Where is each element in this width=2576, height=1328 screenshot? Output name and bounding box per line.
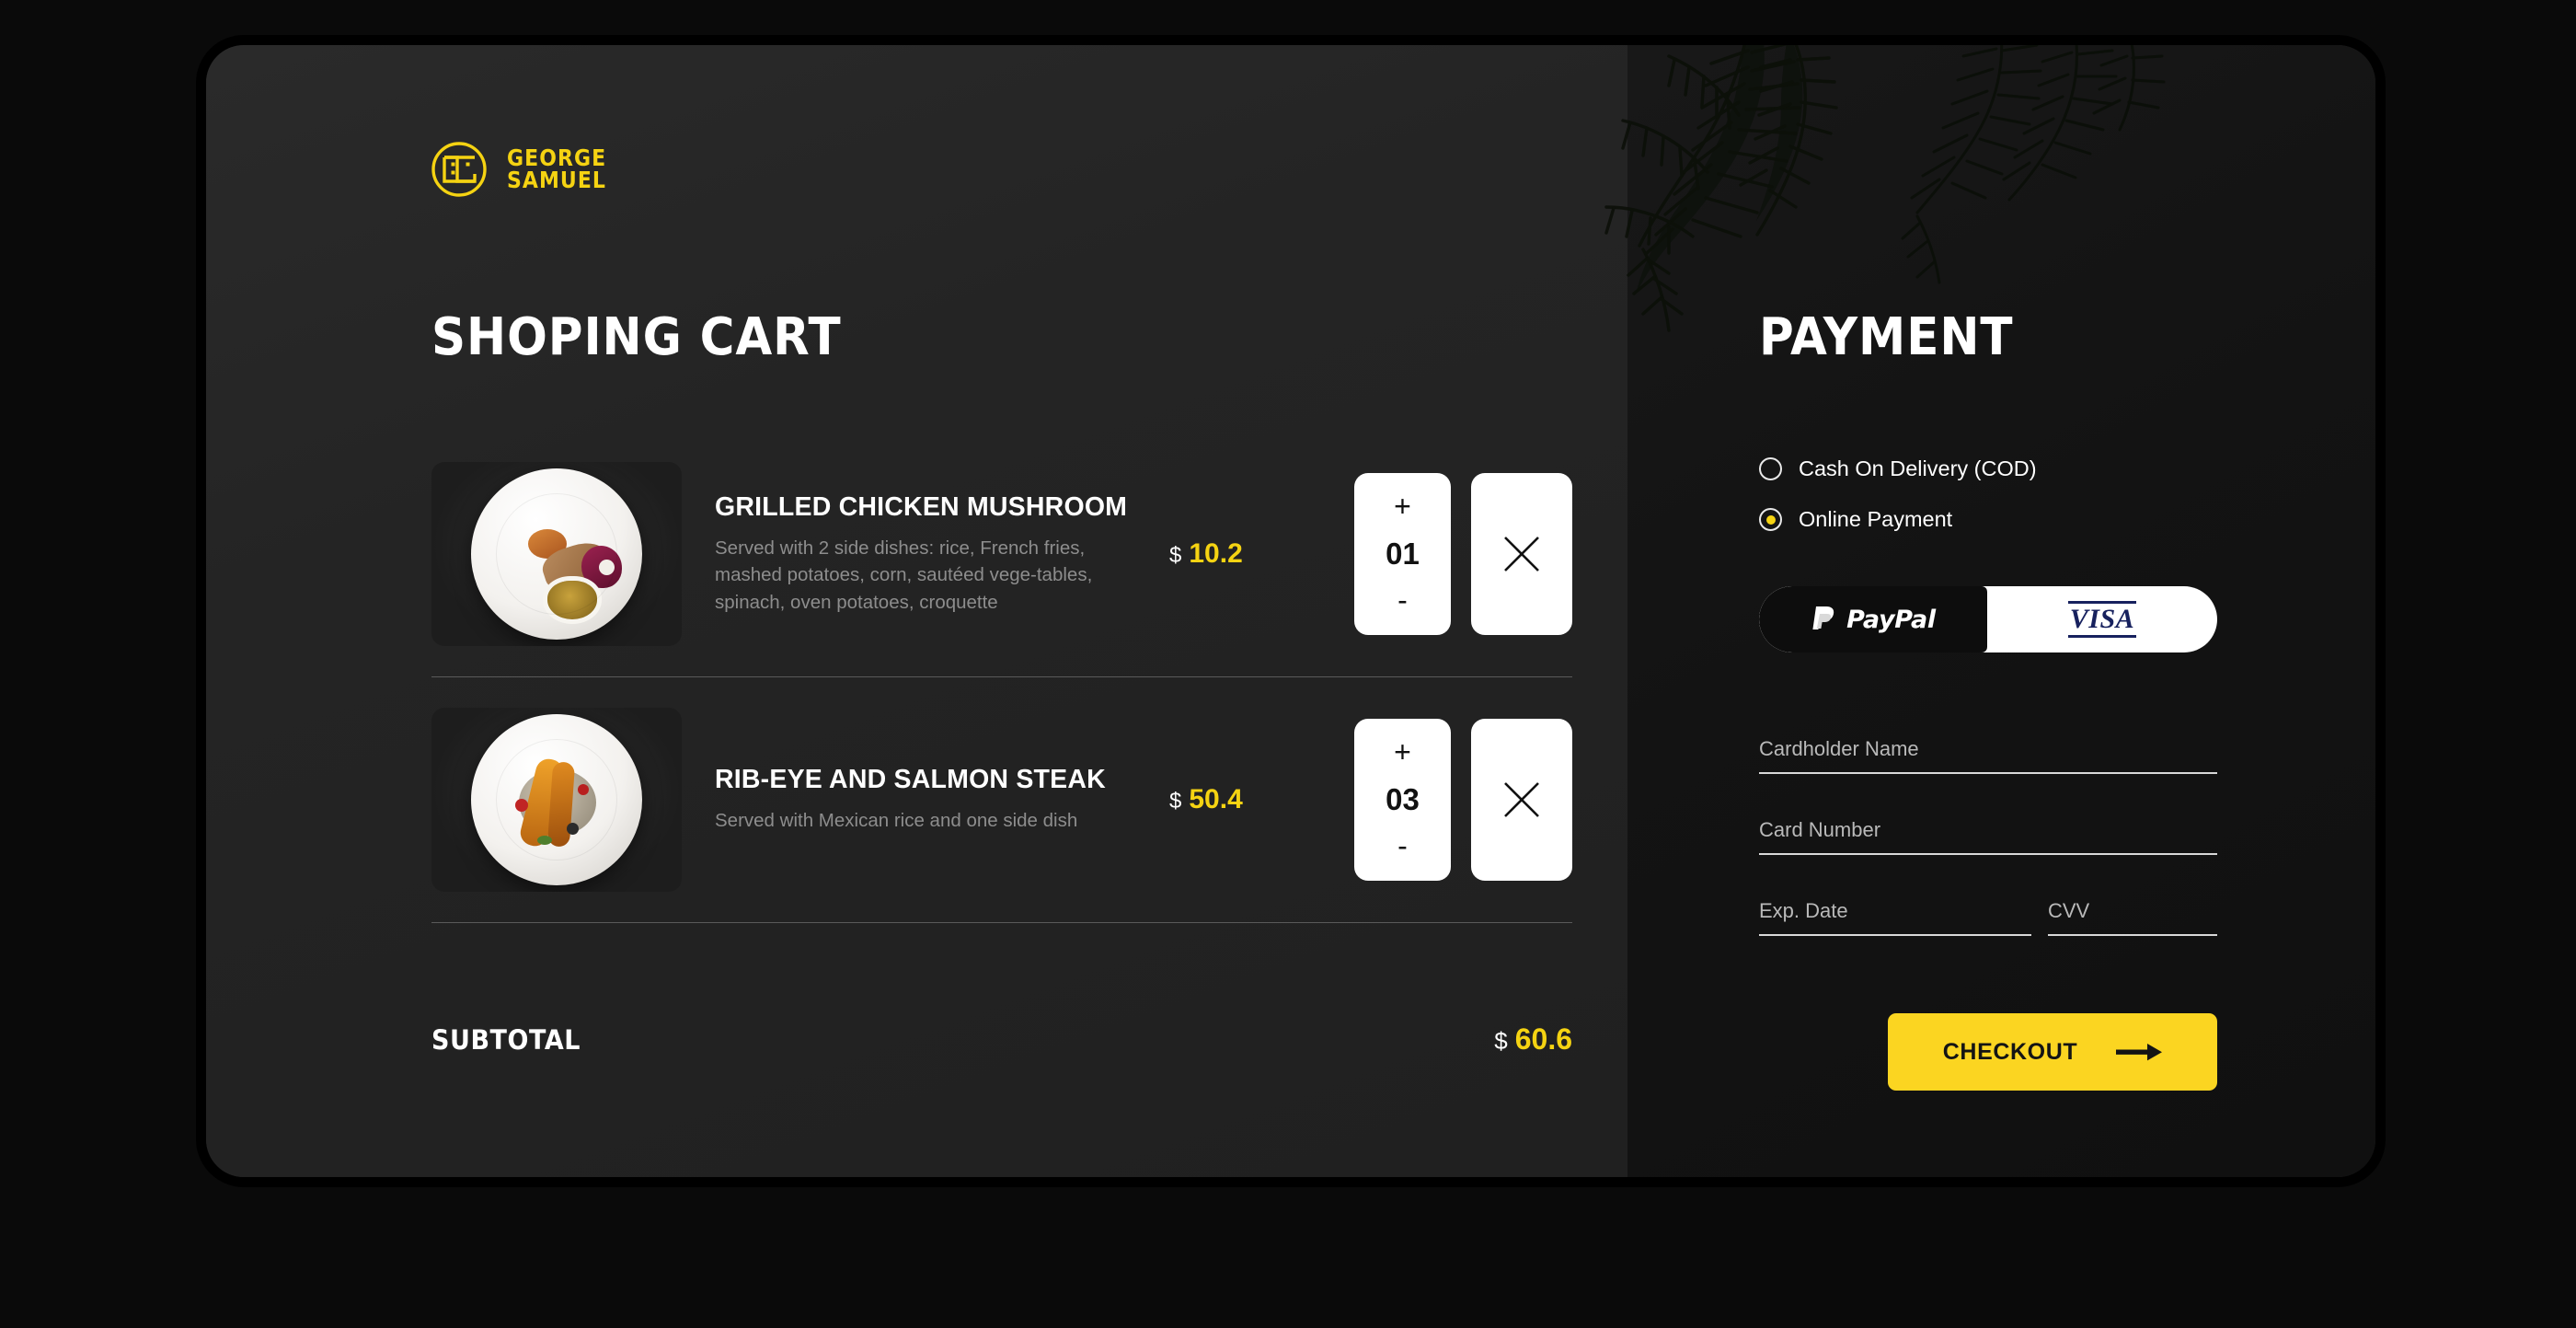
item-controls: + 03 -: [1354, 719, 1572, 881]
arrow-right-icon: [2116, 1044, 2163, 1061]
cart-item-list: GRILLED CHICKEN MUSHROOM Served with 2 s…: [431, 432, 1572, 923]
payment-method-cod[interactable]: Cash On Delivery (COD): [1759, 456, 2037, 481]
checkout-window: GEORGE SAMUEL SHOPING CART GRILLED CHICK…: [196, 35, 2386, 1187]
checkout-label: CHECKOUT: [1942, 1038, 2078, 1065]
brand-wordmark: GEORGE SAMUEL: [507, 146, 620, 193]
monogram-circle-icon: [431, 142, 487, 197]
subtotal-value: $60.6: [1494, 1022, 1572, 1057]
visa-label: VISA: [2067, 601, 2137, 638]
brand-line-2: SAMUEL: [507, 167, 607, 193]
item-thumbnail: [431, 462, 682, 646]
subtotal-currency: $: [1494, 1027, 1508, 1055]
quantity-value: 03: [1386, 781, 1420, 816]
provider-option-visa[interactable]: VISA: [1987, 586, 2217, 652]
cart-title: SHOPING CART: [431, 307, 842, 367]
exp-date-label: Exp. Date: [1759, 899, 1848, 922]
item-amount: 50.4: [1189, 784, 1243, 814]
decrease-quantity-button[interactable]: -: [1397, 585, 1408, 615]
radio-unchecked-icon[interactable]: [1759, 457, 1782, 480]
cart-item-row: GRILLED CHICKEN MUSHROOM Served with 2 s…: [431, 432, 1572, 676]
close-x-icon: [1504, 782, 1539, 817]
quantity-value: 01: [1386, 536, 1420, 571]
subtotal-amount: 60.6: [1514, 1022, 1572, 1056]
item-description: Served with Mexican rice and one side di…: [715, 810, 1078, 832]
item-price: $10.2: [1169, 538, 1335, 570]
item-description: Served with 2 side dishes: rice, French …: [715, 537, 1093, 613]
cart-panel: GEORGE SAMUEL SHOPING CART GRILLED CHICK…: [206, 45, 2166, 1177]
plate-graphic: [471, 468, 642, 640]
screen: GEORGE SAMUEL SHOPING CART GRILLED CHICK…: [0, 0, 2576, 1328]
paypal-icon: [1812, 606, 1834, 629]
subtotal-divider: [431, 922, 1572, 923]
cardholder-name-field[interactable]: Cardholder Name: [1759, 737, 2217, 774]
payment-panel: PAYMENT Cash On Delivery (COD) Online Pa…: [1627, 45, 2375, 1177]
cart-item-row: RIB-EYE AND SALMON STEAK Served with Mex…: [431, 677, 1572, 922]
exp-date-field[interactable]: Exp. Date: [1759, 899, 2031, 936]
subtotal-row: SUBTOTAL $60.6: [431, 1022, 1572, 1057]
payment-method-label: Online Payment: [1799, 507, 1953, 531]
subtotal-label: SUBTOTAL: [431, 1023, 581, 1056]
cardholder-name-label: Cardholder Name: [1759, 737, 1919, 760]
item-currency: $: [1169, 543, 1182, 568]
increase-quantity-button[interactable]: +: [1394, 737, 1411, 767]
card-number-label: Card Number: [1759, 818, 1881, 841]
checkout-button[interactable]: CHECKOUT: [1888, 1013, 2217, 1091]
increase-quantity-button[interactable]: +: [1394, 491, 1411, 521]
plate-graphic: [471, 714, 642, 885]
cvv-field[interactable]: CVV: [2048, 899, 2217, 936]
item-currency: $: [1169, 789, 1182, 814]
item-name: GRILLED CHICKEN MUSHROOM: [715, 492, 1128, 523]
payment-method-online[interactable]: Online Payment: [1759, 507, 1952, 532]
remove-item-button[interactable]: [1471, 719, 1572, 881]
radio-checked-icon[interactable]: [1759, 508, 1782, 531]
payment-provider-toggle[interactable]: PayPal VISA: [1759, 586, 2217, 652]
item-controls: + 01 -: [1354, 473, 1572, 635]
item-info: RIB-EYE AND SALMON STEAK Served with Mex…: [715, 765, 1147, 834]
paypal-label: PayPal: [1846, 605, 1936, 634]
payment-method-label: Cash On Delivery (COD): [1799, 456, 2037, 480]
item-thumbnail: [431, 708, 682, 892]
decrease-quantity-button[interactable]: -: [1397, 831, 1408, 860]
item-name: RIB-EYE AND SALMON STEAK: [715, 765, 1106, 795]
item-info: GRILLED CHICKEN MUSHROOM Served with 2 s…: [715, 492, 1147, 615]
item-price: $50.4: [1169, 784, 1335, 815]
quantity-stepper[interactable]: + 03 -: [1354, 719, 1451, 881]
close-x-icon: [1504, 537, 1539, 572]
brand-logo[interactable]: GEORGE SAMUEL: [430, 140, 620, 199]
item-amount: 10.2: [1189, 538, 1243, 569]
provider-option-paypal[interactable]: PayPal: [1759, 586, 1987, 652]
quantity-stepper[interactable]: + 01 -: [1354, 473, 1451, 635]
payment-title: PAYMENT: [1759, 307, 2014, 367]
remove-item-button[interactable]: [1471, 473, 1572, 635]
cvv-label: CVV: [2048, 899, 2090, 922]
card-number-field[interactable]: Card Number: [1759, 818, 2217, 855]
